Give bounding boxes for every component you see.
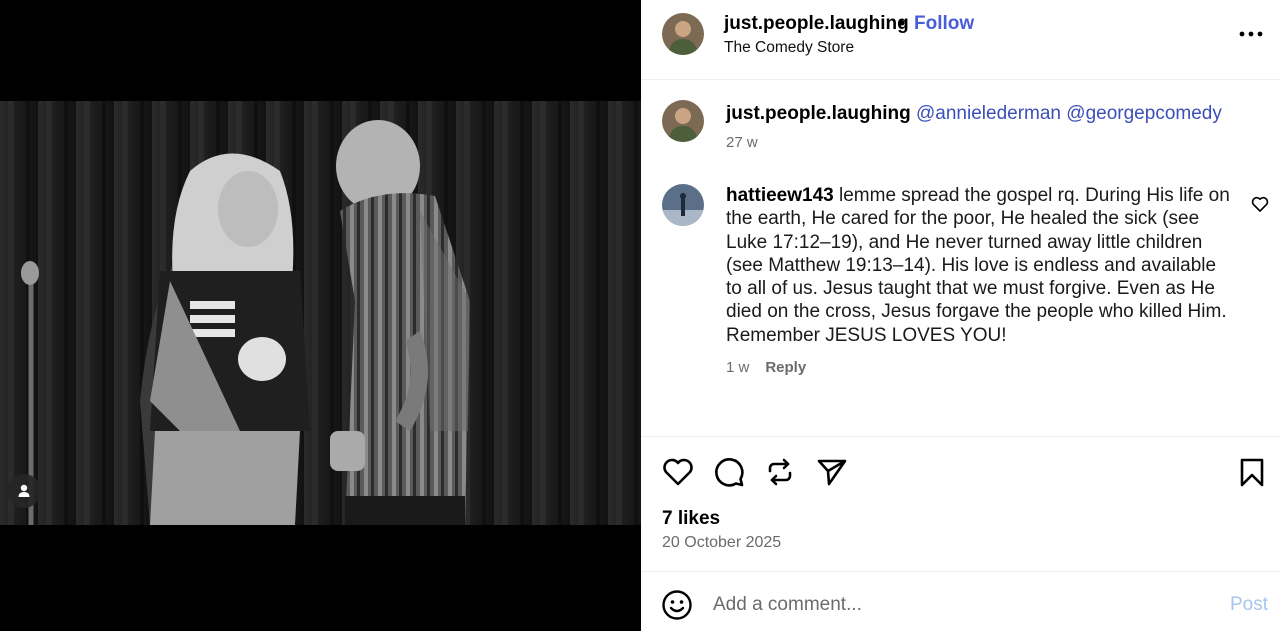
post-date[interactable]: 20 October 2025 (662, 534, 781, 552)
post-actions: 7 likes 20 October 2025 (641, 436, 1280, 571)
emoji-button[interactable] (661, 589, 693, 621)
comment-timestamp[interactable]: 1 w (726, 359, 749, 376)
comments-list[interactable]: just.people.laughing @annielederman @geo… (641, 81, 1280, 435)
more-horizontal-icon (1239, 31, 1263, 37)
post-location[interactable]: The Comedy Store (724, 39, 854, 57)
caption-timestamp[interactable]: 27 w (726, 134, 758, 151)
commenter-username[interactable]: hattieew143 (726, 185, 834, 206)
header-separator: • (899, 13, 906, 33)
bookmark-icon (1240, 458, 1264, 487)
comment-composer: Post (641, 571, 1280, 631)
caption: just.people.laughing @annielederman @geo… (726, 102, 1222, 126)
commenter-avatar[interactable] (662, 184, 704, 226)
heart-outline-icon (1251, 196, 1269, 212)
more-options-button[interactable] (1238, 22, 1264, 46)
share-icon (817, 459, 847, 486)
media-pane (0, 0, 641, 631)
emoji-icon (662, 590, 692, 620)
repost-button[interactable] (763, 455, 797, 489)
post-photo[interactable] (0, 101, 641, 525)
save-button[interactable] (1235, 455, 1269, 489)
post-comment-button[interactable]: Post (1230, 594, 1268, 616)
author-avatar[interactable] (662, 13, 704, 55)
comment-button[interactable] (712, 455, 746, 489)
user-tag-icon (18, 484, 30, 497)
reply-button[interactable]: Reply (765, 359, 806, 376)
author-username[interactable]: just.people.laughing (724, 13, 909, 35)
caption-username[interactable]: just.people.laughing (726, 103, 911, 124)
comment-like-button[interactable] (1250, 194, 1270, 214)
comment-input[interactable] (713, 590, 1183, 620)
comment-text: lemme spread the gospel rq. During His l… (726, 185, 1230, 346)
share-button[interactable] (815, 455, 849, 489)
post-header: just.people.laughing • Follow The Comedy… (641, 0, 1280, 80)
comment-icon (715, 458, 744, 487)
like-button[interactable] (661, 455, 695, 489)
tag-button[interactable] (7, 474, 41, 508)
likes-count[interactable]: 7 likes (662, 508, 720, 530)
caption-mention[interactable]: @georgepcomedy (1066, 103, 1222, 124)
repost-icon (768, 458, 792, 486)
caption-mention[interactable]: @annielederman (916, 103, 1061, 124)
comment-body: hattieew143 lemme spread the gospel rq. … (726, 184, 1231, 347)
comment-meta: 1 w Reply (726, 359, 806, 376)
photo-image (0, 101, 641, 525)
post-side-panel: just.people.laughing • Follow The Comedy… (641, 0, 1280, 631)
heart-icon (663, 458, 693, 486)
caption-avatar[interactable] (662, 100, 704, 142)
follow-button[interactable]: Follow (914, 13, 974, 35)
